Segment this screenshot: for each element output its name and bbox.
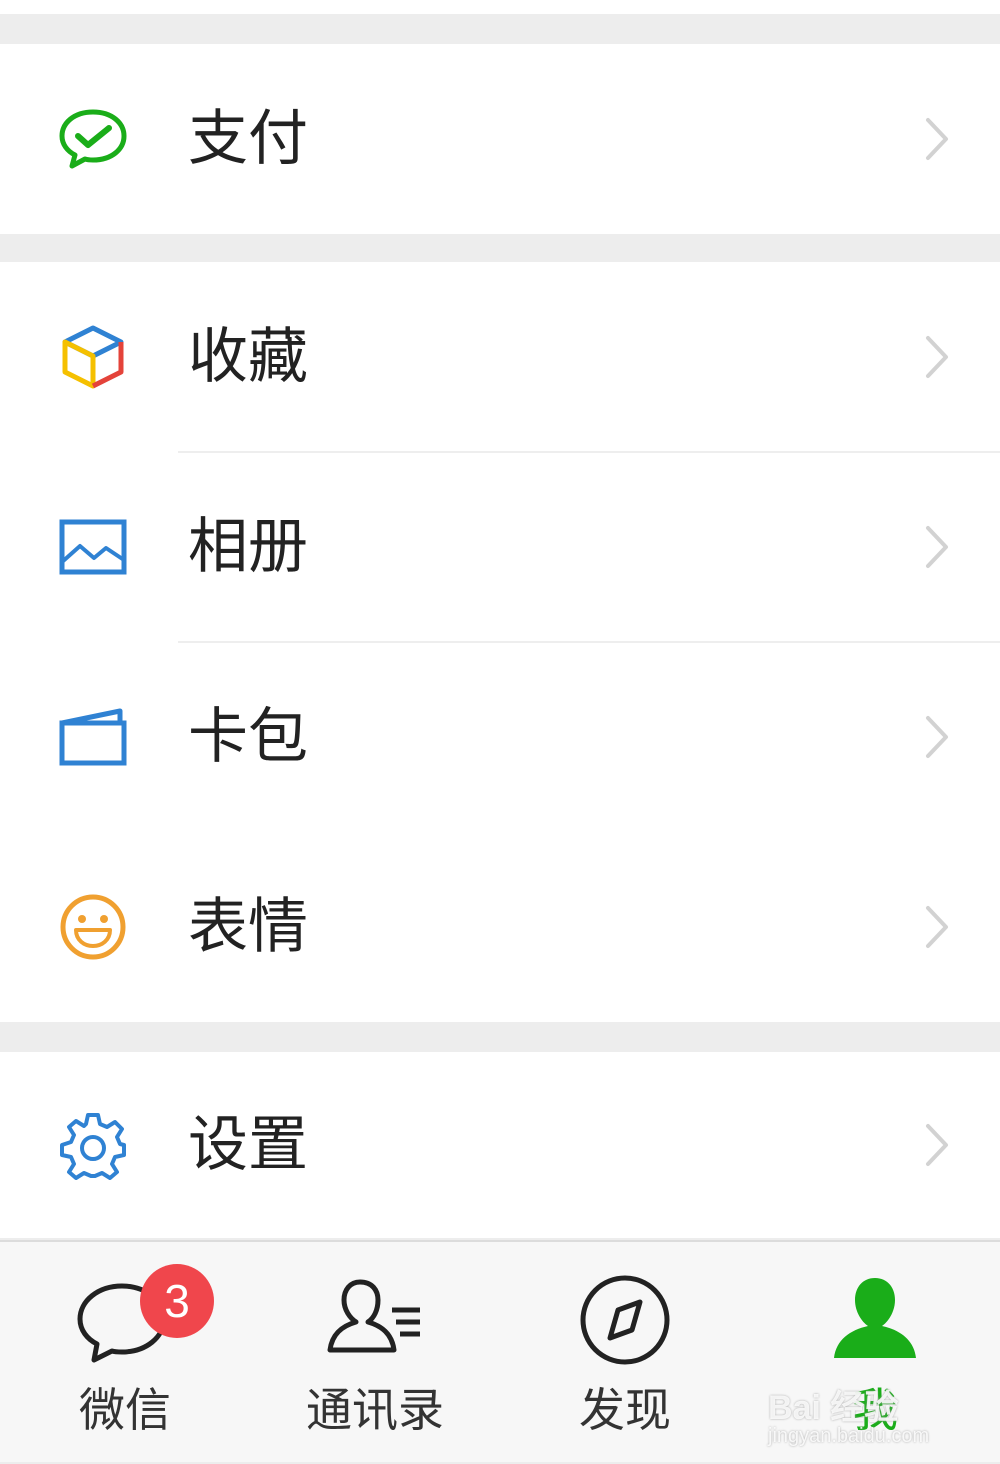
menu-group-settings: 设置 — [0, 1052, 1000, 1238]
menu-item-pay[interactable]: 支付 — [0, 44, 1000, 234]
menu-item-favorites[interactable]: 收藏 — [0, 262, 1000, 452]
tab-label: 发现 — [579, 1383, 671, 1437]
menu-group-pay: 支付 — [0, 44, 1000, 234]
tab-discover[interactable]: 发现 — [500, 1242, 750, 1464]
baidu-jingyan-watermark: Bai 经验 jingyan.baidu.com — [768, 1380, 968, 1447]
menu-item-stickers[interactable]: 表情 — [0, 832, 1000, 1022]
me-page: 支付 收藏 相册 卡包 表情 设置 3 微信 通讯录 发现 我 Bai 经验 j… — [0, 0, 1000, 1462]
menu-item-label: 设置 — [188, 1110, 308, 1180]
unread-badge: 3 — [140, 1264, 214, 1338]
menu-item-label: 收藏 — [188, 322, 308, 392]
chevron-right-icon — [916, 114, 956, 164]
menu-item-label: 相册 — [188, 512, 308, 582]
tab-label: 通讯录 — [306, 1383, 444, 1437]
menu-item-label: 卡包 — [188, 702, 308, 772]
chevron-right-icon — [916, 712, 956, 762]
compass-icon — [570, 1272, 680, 1372]
wechat-pay-icon — [58, 104, 128, 174]
chevron-right-icon — [916, 1120, 956, 1170]
person-icon — [820, 1272, 930, 1372]
chevron-right-icon — [916, 902, 956, 952]
menu-item-label: 表情 — [188, 892, 308, 962]
tab-contacts[interactable]: 通讯录 — [250, 1242, 500, 1464]
watermark-url: jingyan.baidu.com — [768, 1425, 930, 1447]
menu-item-settings[interactable]: 设置 — [0, 1052, 1000, 1238]
gear-icon — [58, 1110, 128, 1180]
album-picture-icon — [58, 512, 128, 582]
menu-item-label: 支付 — [188, 104, 308, 174]
menu-item-album[interactable]: 相册 — [0, 452, 1000, 642]
chevron-right-icon — [916, 332, 956, 382]
chevron-right-icon — [916, 522, 956, 572]
favorites-cube-icon — [58, 322, 128, 392]
top-strip — [0, 0, 1000, 14]
menu-group-main: 收藏 相册 卡包 表情 — [0, 262, 1000, 1022]
watermark-brand: Bai 经验 — [768, 1389, 899, 1427]
contacts-icon — [320, 1272, 430, 1372]
menu-item-card[interactable]: 卡包 — [0, 642, 1000, 832]
card-wallet-icon — [58, 702, 128, 772]
tab-wechat[interactable]: 3 微信 — [0, 1242, 250, 1464]
smiley-face-icon — [58, 892, 128, 962]
tab-label: 微信 — [79, 1383, 171, 1437]
